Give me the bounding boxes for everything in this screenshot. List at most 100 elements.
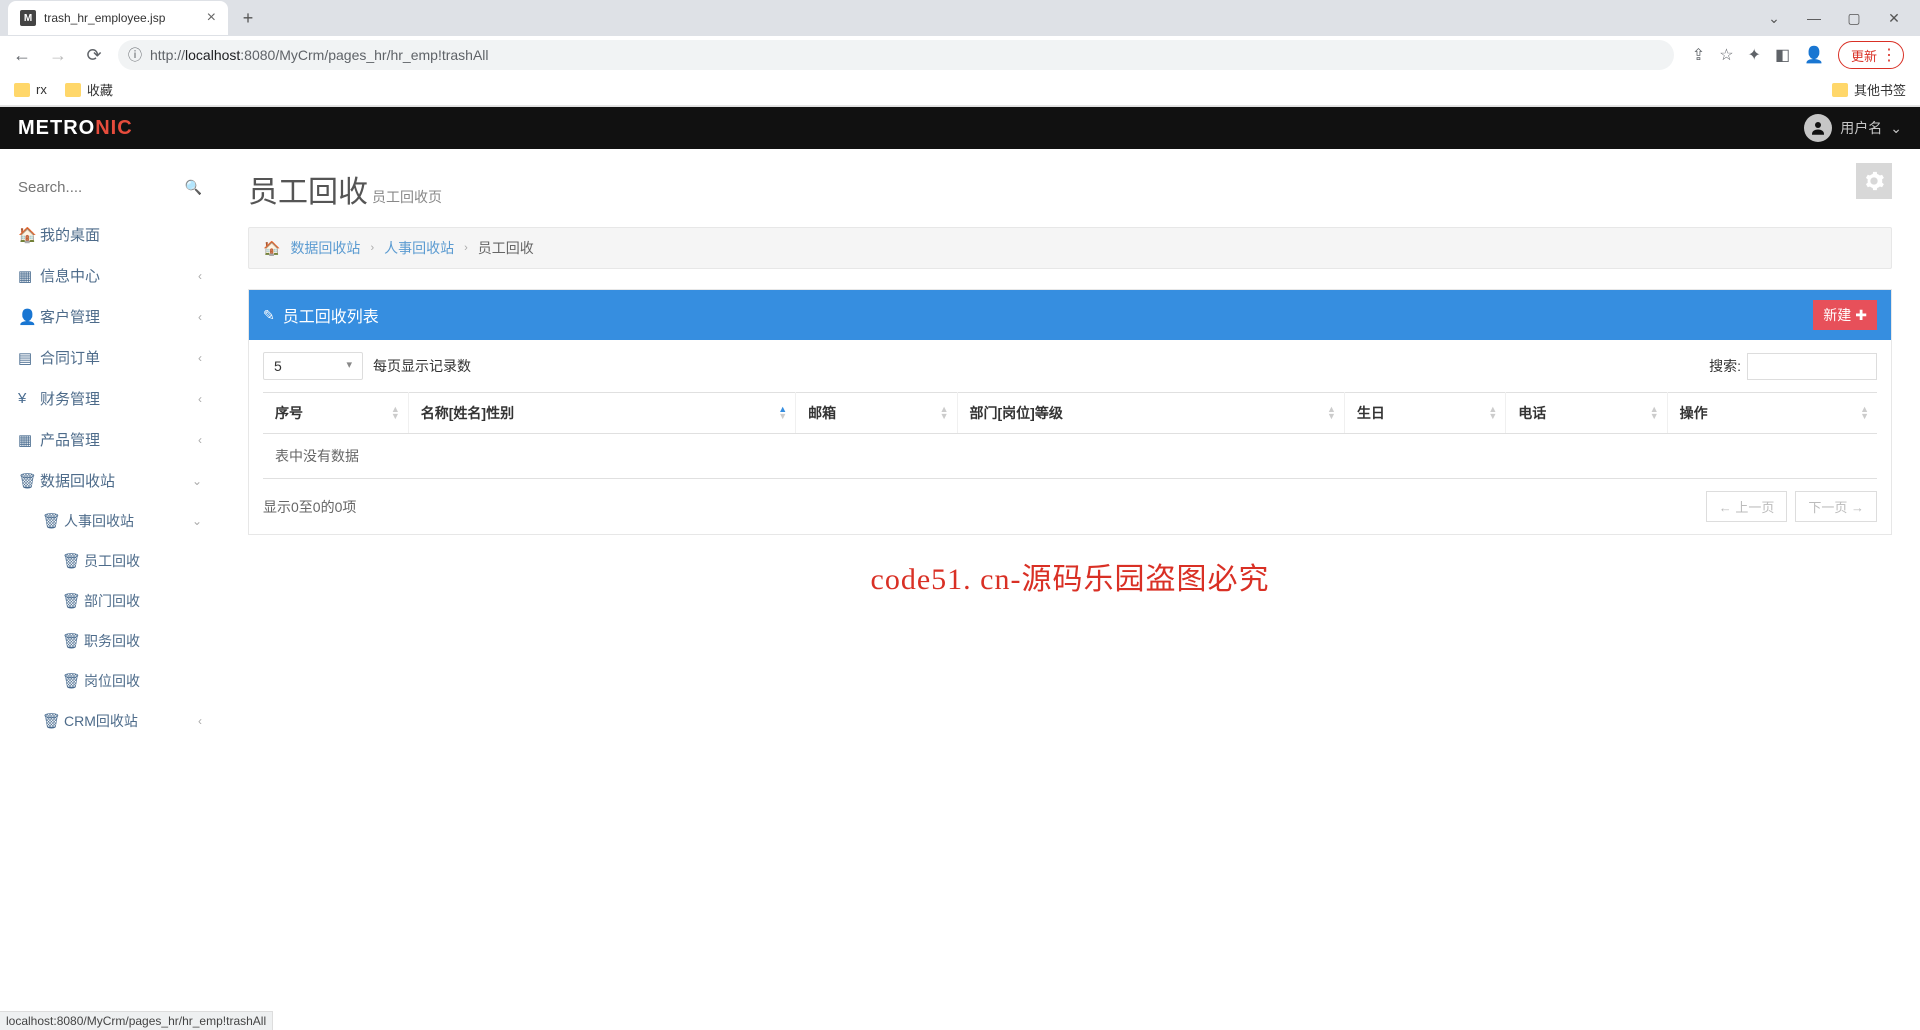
sidepanel-icon[interactable]: ◧ — [1775, 45, 1790, 65]
sidebar-item-product[interactable]: ▦产品管理‹ — [0, 419, 220, 460]
table-search-input[interactable] — [1747, 353, 1877, 380]
sidebar-item-customer[interactable]: 👤客户管理‹ — [0, 296, 220, 337]
bookmark-other[interactable]: 其他书签 — [1832, 80, 1906, 99]
close-tab-icon[interactable]: × — [207, 9, 216, 27]
toolbar-right: ⇪ ☆ ✦ ◧ 👤 更新 ⋮ — [1686, 41, 1910, 69]
user-menu[interactable]: 用户名 ⌄ — [1804, 114, 1902, 142]
home-icon: 🏠 — [18, 226, 40, 244]
back-button[interactable]: ← — [10, 45, 34, 66]
sidebar-item-finance[interactable]: ¥财务管理‹ — [0, 378, 220, 419]
sidebar-item-contract[interactable]: ▤合同订单‹ — [0, 337, 220, 378]
home-icon: 🏠 — [263, 240, 280, 257]
app-body: 🔍 🏠我的桌面 ▦信息中心‹ 👤客户管理‹ ▤合同订单‹ ¥财务管理‹ ▦产品管… — [0, 149, 1920, 949]
forward-button[interactable]: → — [46, 45, 70, 66]
bookmark-star-icon[interactable]: ☆ — [1719, 45, 1733, 65]
minimize-icon[interactable]: — — [1800, 10, 1828, 27]
sidebar-item-hr-recycle[interactable]: 🗑人事回收站⌄ — [0, 501, 220, 541]
window-dropdown-icon[interactable]: ⌄ — [1760, 10, 1788, 27]
search-icon[interactable]: 🔍 — [185, 179, 202, 196]
page-size-label: 每页显示记录数 — [373, 356, 471, 376]
table-empty-row: 表中没有数据 — [263, 434, 1877, 479]
sidebar-item-desktop[interactable]: 🏠我的桌面 — [0, 214, 220, 255]
chevron-left-icon: ‹ — [198, 392, 202, 406]
sidebar-item-recycle[interactable]: 🗑数据回收站⌄ — [0, 460, 220, 501]
browser-chrome: M trash_hr_employee.jsp × + ⌄ — ▢ ✕ ← → … — [0, 0, 1920, 107]
sort-icon: ▲▼ — [1650, 406, 1659, 420]
sidebar: 🔍 🏠我的桌面 ▦信息中心‹ 👤客户管理‹ ▤合同订单‹ ¥财务管理‹ ▦产品管… — [0, 149, 220, 949]
page-title: 员工回收 员工回收页 — [248, 167, 1892, 211]
sidebar-item-dept-recycle[interactable]: 🗑部门回收 — [0, 581, 220, 621]
update-button[interactable]: 更新 ⋮ — [1838, 41, 1904, 69]
chevron-left-icon: ‹ — [198, 714, 202, 728]
panel-body: 5 每页显示记录数 搜索: 序号▲▼ 名称[姓名]性别▲▼ 邮箱▲▼ 部门[岗位… — [249, 340, 1891, 534]
sidebar-search: 🔍 — [0, 179, 220, 214]
user-name: 用户名 — [1840, 118, 1882, 138]
sort-icon: ▲▼ — [391, 406, 400, 420]
info-icon: ▦ — [18, 267, 40, 285]
edit-icon: ✎ — [263, 307, 275, 324]
chevron-left-icon: ‹ — [198, 433, 202, 447]
table-search: 搜索: — [1709, 353, 1877, 380]
prev-page-button[interactable]: ← 上一页 — [1706, 491, 1788, 522]
sidebar-item-pos-recycle[interactable]: 🗑岗位回收 — [0, 661, 220, 701]
trash-icon: 🗑 — [62, 592, 84, 610]
sidebar-menu: 🏠我的桌面 ▦信息中心‹ 👤客户管理‹ ▤合同订单‹ ¥财务管理‹ ▦产品管理‹… — [0, 214, 220, 741]
search-input[interactable] — [18, 179, 185, 196]
reload-button[interactable]: ⟳ — [82, 45, 106, 66]
th-seq[interactable]: 序号▲▼ — [263, 393, 408, 434]
sort-icon: ▲▼ — [1327, 406, 1336, 420]
empty-cell: 表中没有数据 — [263, 434, 1877, 479]
bookmark-item[interactable]: rx — [14, 82, 47, 97]
app-header: METRONIC 用户名 ⌄ — [0, 107, 1920, 149]
sidebar-item-crm-recycle[interactable]: 🗑CRM回收站‹ — [0, 701, 220, 741]
plus-icon: ✚ — [1855, 307, 1867, 324]
search-label: 搜索: — [1709, 356, 1741, 376]
chevron-right-icon: › — [464, 242, 468, 254]
new-button[interactable]: 新建 ✚ — [1813, 300, 1877, 330]
yen-icon: ¥ — [18, 390, 40, 407]
breadcrumb-link[interactable]: 数据回收站 — [290, 238, 360, 258]
tab-bar: M trash_hr_employee.jsp × + ⌄ — ▢ ✕ — [0, 0, 1920, 36]
menu-dots-icon: ⋮ — [1881, 45, 1897, 65]
sidebar-item-emp-recycle[interactable]: 🗑员工回收 — [0, 541, 220, 581]
extensions-icon[interactable]: ✦ — [1748, 45, 1761, 65]
th-phone[interactable]: 电话▲▼ — [1506, 393, 1667, 434]
logo[interactable]: METRONIC — [18, 117, 133, 140]
trash-icon: 🗑 — [62, 672, 84, 690]
share-icon[interactable]: ⇪ — [1692, 45, 1705, 65]
url-input[interactable]: ⓘ http://localhost:8080/MyCrm/pages_hr/h… — [118, 40, 1674, 70]
user-icon: 👤 — [18, 308, 40, 326]
maximize-icon[interactable]: ▢ — [1840, 10, 1868, 27]
data-table: 序号▲▼ 名称[姓名]性别▲▼ 邮箱▲▼ 部门[岗位]等级▲▼ 生日▲▼ 电话▲… — [263, 392, 1877, 479]
settings-button[interactable] — [1856, 163, 1892, 199]
breadcrumb-link[interactable]: 人事回收站 — [384, 238, 454, 258]
th-name[interactable]: 名称[姓名]性别▲▼ — [408, 393, 795, 434]
bookmark-item[interactable]: 收藏 — [65, 80, 113, 99]
th-ops[interactable]: 操作▲▼ — [1667, 393, 1877, 434]
trash-icon: 🗑 — [18, 472, 40, 490]
th-dept[interactable]: 部门[岗位]等级▲▼ — [957, 393, 1344, 434]
sidebar-item-job-recycle[interactable]: 🗑职务回收 — [0, 621, 220, 661]
sort-icon: ▲▼ — [1488, 406, 1497, 420]
next-page-button[interactable]: 下一页 → — [1795, 491, 1877, 522]
trash-icon: 🗑 — [62, 552, 84, 570]
th-birthday[interactable]: 生日▲▼ — [1344, 393, 1505, 434]
content-area: 员工回收 员工回收页 🏠 数据回收站 › 人事回收站 › 员工回收 ✎ 员工回收… — [220, 149, 1920, 949]
sidebar-item-info[interactable]: ▦信息中心‹ — [0, 255, 220, 296]
status-bar: localhost:8080/MyCrm/pages_hr/hr_emp!tra… — [0, 1011, 273, 1030]
chevron-right-icon: › — [370, 242, 374, 254]
sort-icon: ▲▼ — [940, 406, 949, 420]
tab-title: trash_hr_employee.jsp — [44, 11, 165, 25]
new-tab-button[interactable]: + — [234, 4, 262, 32]
th-email[interactable]: 邮箱▲▼ — [796, 393, 957, 434]
close-window-icon[interactable]: ✕ — [1880, 10, 1908, 27]
site-info-icon[interactable]: ⓘ — [128, 45, 142, 65]
browser-tab[interactable]: M trash_hr_employee.jsp × — [8, 1, 228, 35]
page-size-select[interactable]: 5 — [263, 352, 363, 380]
submenu-recycle: 🗑人事回收站⌄ 🗑员工回收 🗑部门回收 🗑职务回收 🗑岗位回收 🗑CRM回收站‹ — [0, 501, 220, 741]
folder-icon — [65, 83, 81, 97]
table-footer: 显示0至0的0项 ← 上一页 下一页 → — [263, 491, 1877, 522]
grid-icon: ▦ — [18, 431, 40, 449]
trash-icon: 🗑 — [42, 512, 64, 530]
profile-icon[interactable]: 👤 — [1804, 45, 1824, 65]
